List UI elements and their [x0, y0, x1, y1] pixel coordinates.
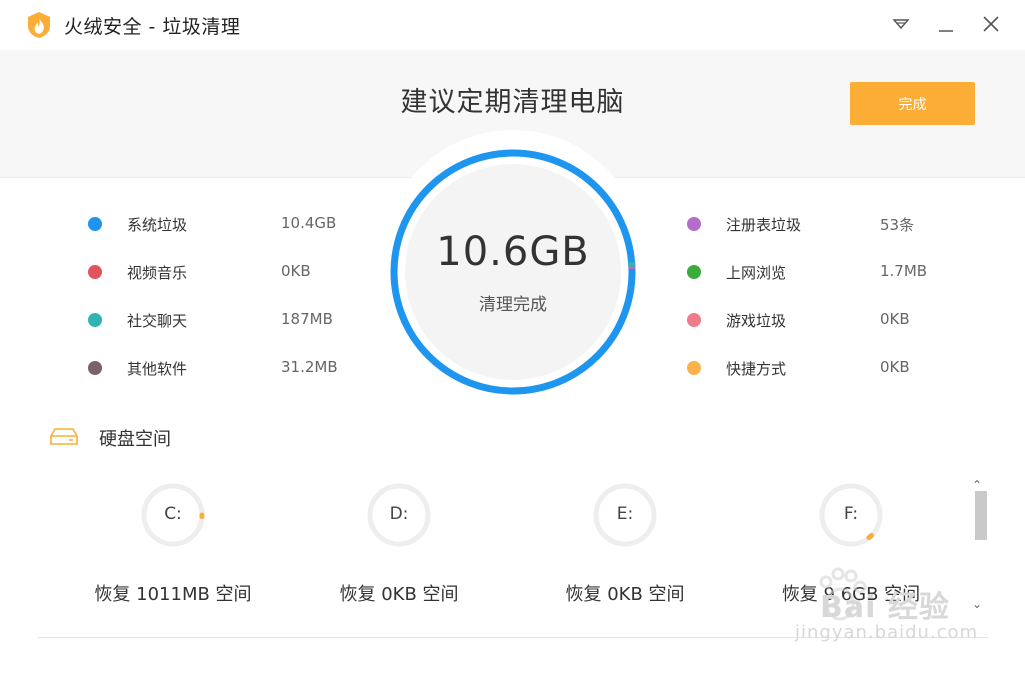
- window-title: 火绒安全 - 垃圾清理: [64, 16, 241, 38]
- category-value: 53条: [880, 216, 915, 234]
- category-other-software: 其他软件 31.2MB: [88, 356, 348, 380]
- minimize-icon: [939, 30, 953, 32]
- minimize-button[interactable]: [934, 12, 958, 36]
- huorong-logo-icon: [28, 12, 50, 38]
- category-label: 上网浏览: [726, 264, 787, 282]
- drive-letter: F:: [843, 504, 859, 524]
- category-value: 0KB: [880, 358, 910, 376]
- close-icon: [983, 16, 999, 32]
- category-system: 系统垃圾 10.4GB: [88, 212, 348, 236]
- cleanup-status: 清理完成: [479, 295, 547, 315]
- hard-disk-icon: [50, 428, 78, 445]
- close-button[interactable]: [979, 12, 1003, 36]
- category-dot: [687, 265, 701, 279]
- category-label: 游戏垃圾: [726, 312, 787, 330]
- drive-recover-text: 恢复 1011MB 空间: [94, 584, 252, 605]
- category-social: 社交聊天 187MB: [88, 308, 348, 332]
- category-dot: [88, 265, 102, 279]
- dropdown-triangle-icon: [892, 19, 910, 30]
- scroll-up-icon[interactable]: ⌃: [972, 478, 982, 492]
- title-bar: 火绒安全 - 垃圾清理: [0, 0, 1025, 50]
- category-shortcuts: 快捷方式 0KB: [687, 356, 947, 380]
- category-value: 1.7MB: [880, 262, 928, 280]
- category-value: 10.4GB: [281, 214, 337, 232]
- drive-d: D: 恢复 0KB 空间: [279, 482, 519, 612]
- done-button[interactable]: 完成: [850, 82, 975, 125]
- category-label: 注册表垃圾: [726, 216, 802, 234]
- drive-recover-text: 恢复 0KB 空间: [339, 584, 459, 605]
- category-value: 0KB: [880, 310, 910, 328]
- drive-recover-text: 恢复 0KB 空间: [565, 584, 685, 605]
- category-label: 系统垃圾: [127, 216, 188, 234]
- drive-e: E: 恢复 0KB 空间: [505, 482, 745, 612]
- scroll-thumb[interactable]: [975, 491, 987, 540]
- category-dot: [88, 313, 102, 327]
- menu-dropdown-button[interactable]: [889, 12, 913, 36]
- drive-letter: E:: [616, 504, 634, 524]
- category-value: 187MB: [281, 310, 333, 328]
- category-video-music: 视频音乐 0KB: [88, 260, 348, 284]
- category-dot: [687, 217, 701, 231]
- category-label: 快捷方式: [726, 360, 787, 378]
- category-value: 0KB: [281, 262, 311, 280]
- category-registry: 注册表垃圾 53条: [687, 212, 947, 236]
- category-value: 31.2MB: [281, 358, 338, 376]
- category-dot: [88, 361, 102, 375]
- category-browsing: 上网浏览 1.7MB: [687, 260, 947, 284]
- drive-letter: D:: [389, 504, 409, 524]
- disk-space-title: 硬盘空间: [99, 429, 171, 450]
- category-label: 社交聊天: [127, 312, 188, 330]
- drive-c: C: 恢复 1011MB 空间: [53, 482, 293, 612]
- watermark-text: Bai 经验: [820, 590, 950, 625]
- category-dot: [88, 217, 102, 231]
- category-dot: [687, 313, 701, 327]
- watermark-url: jingyan.baidu.com: [795, 622, 979, 643]
- drive-letter: C:: [164, 504, 182, 524]
- category-label: 视频音乐: [127, 264, 188, 282]
- category-games: 游戏垃圾 0KB: [687, 308, 947, 332]
- category-dot: [687, 361, 701, 375]
- category-label: 其他软件: [127, 360, 188, 378]
- total-cleaned: 10.6GB: [436, 229, 590, 275]
